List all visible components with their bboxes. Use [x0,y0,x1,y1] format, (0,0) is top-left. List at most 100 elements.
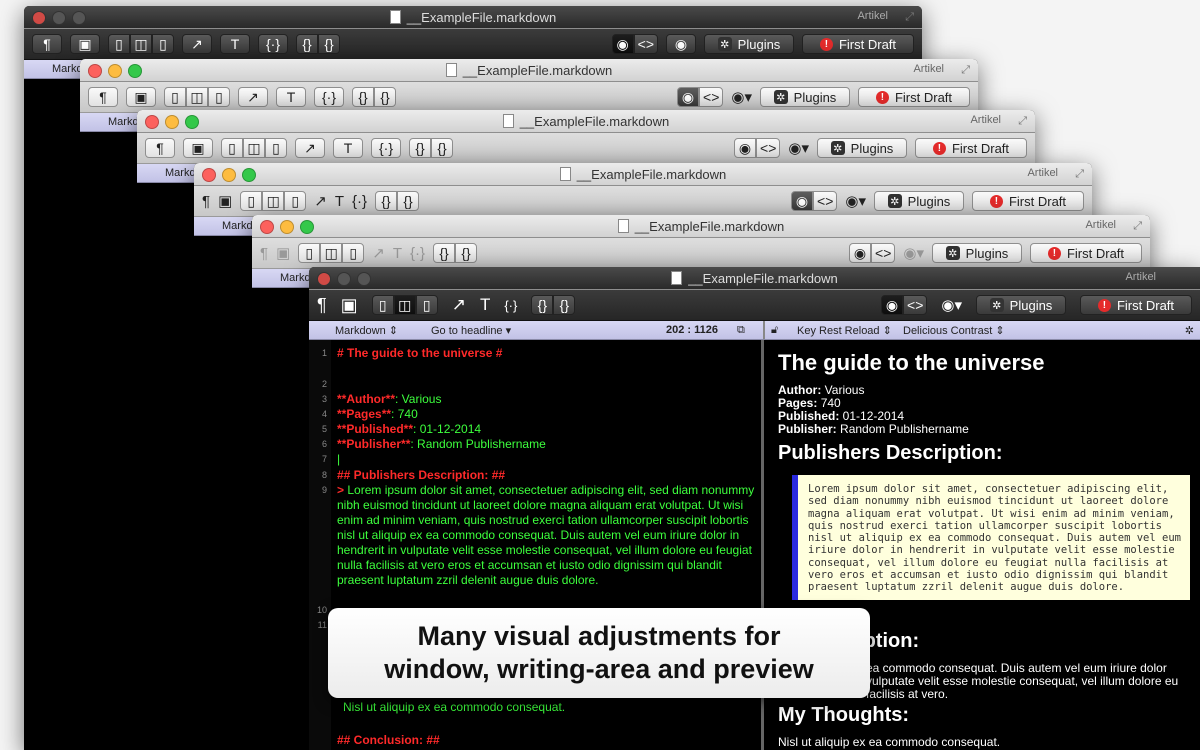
brackets-icon[interactable]: {}{} [296,34,340,54]
share-icon[interactable]: ↗ [182,34,212,54]
eye-dropdown-icon[interactable]: ◉▾ [731,88,752,106]
zoom-button[interactable] [128,64,142,78]
layout-icon[interactable]: ▯ ◫ ▯ [221,138,287,158]
title-bar[interactable]: __ExampleFile.markdown Artikel ⤢ [194,163,1092,186]
plugins-button[interactable]: ✲ Plugins [976,295,1066,315]
first-draft-button[interactable]: ! First Draft [972,191,1084,211]
close-button[interactable] [202,168,216,182]
text-icon[interactable]: T [335,193,344,210]
syntax-menu[interactable]: Markd [80,116,139,128]
code-toggle-icon[interactable]: <> [633,34,658,54]
minimize-button[interactable] [280,220,294,234]
mode-label[interactable]: Artikel [1085,219,1116,231]
eye-icon[interactable]: ◉ [881,295,904,315]
curly-braces-icon[interactable]: {·} [258,34,288,54]
goto-headline-menu[interactable]: Go to headline ▾ [431,324,511,337]
brackets-icon[interactable]: {}{} [409,138,453,158]
title-bar[interactable]: __ExampleFile.markdown Artikel ⤢ [252,215,1150,238]
share-icon[interactable]: ↗ [238,87,268,107]
eye-icon[interactable]: ◉ [611,34,634,54]
view-toggle[interactable]: ◉ <> [677,87,724,107]
text-icon[interactable]: T [276,87,306,107]
code-toggle-icon[interactable]: <> [813,191,838,211]
brackets-icon[interactable]: {}{} [375,191,420,211]
view-toggle[interactable]: ◉ <> [734,138,781,158]
layout-icon[interactable]: ▯ ◫ ▯ [240,191,307,211]
fullscreen-icon[interactable]: ⤢ [905,11,914,24]
minimize-button[interactable] [337,272,351,286]
plugins-button[interactable]: ✲ Plugins [874,191,964,211]
eye-dropdown-icon[interactable]: ◉▾ [903,244,924,262]
title-bar[interactable]: __ExampleFile.markdown Artikel ⤢ [137,110,1035,133]
title-bar[interactable]: __ExampleFile.markdown Artikel [309,267,1200,290]
square-icon[interactable]: ▣ [218,192,232,210]
brackets-icon[interactable]: {}{} [531,295,576,315]
view-toggle[interactable]: ◉ <> [881,295,928,315]
first-draft-button[interactable]: ! First Draft [802,34,914,54]
curly-braces-icon[interactable]: {·} [352,193,367,210]
brackets-icon[interactable]: {}{} [352,87,396,107]
plugins-button[interactable]: ✲ Plugins [817,138,907,158]
code-toggle-icon[interactable]: <> [903,295,928,315]
code-toggle-icon[interactable]: <> [756,138,781,158]
paragraph-icon[interactable]: ¶ [202,193,210,210]
share-icon[interactable]: ↗ [314,192,327,210]
text-icon[interactable]: T [333,138,363,158]
close-button[interactable] [32,11,46,25]
minimize-button[interactable] [108,64,122,78]
code-toggle-icon[interactable]: <> [871,243,896,263]
paragraph-icon[interactable]: ¶ [88,87,118,107]
copy-icon[interactable]: ⧉ [737,324,745,337]
eye-dropdown-icon[interactable]: ◉ [666,34,696,54]
syntax-menu[interactable]: Markdown ⇕ [335,324,398,337]
square-icon[interactable]: ▣ [70,34,100,54]
curly-braces-icon[interactable]: {·} [314,87,344,107]
first-draft-button[interactable]: ! First Draft [1030,243,1142,263]
paragraph-icon[interactable]: ¶ [317,295,327,316]
text-icon[interactable]: T [480,295,490,315]
close-button[interactable] [88,64,102,78]
syntax-menu[interactable]: Markd [24,63,83,75]
square-icon[interactable]: ▣ [183,138,213,158]
view-toggle[interactable]: ◉ <> [791,191,838,211]
code-toggle-icon[interactable]: <> [699,87,724,107]
title-bar[interactable]: __ExampleFile.markdown Artikel ⤢ [24,6,922,29]
share-icon[interactable]: ↗ [372,244,385,262]
zoom-button[interactable] [185,115,199,129]
layout-icon[interactable]: ▯ ◫ ▯ [164,87,230,107]
zoom-button[interactable] [357,272,371,286]
share-icon[interactable]: ↗ [295,138,325,158]
first-draft-button[interactable]: ! First Draft [915,138,1027,158]
fullscreen-icon[interactable]: ⤢ [1018,115,1027,128]
eye-icon[interactable]: ◉ [791,191,814,211]
fullscreen-icon[interactable]: ⤢ [1133,220,1142,233]
syntax-menu[interactable]: Markd [194,220,253,232]
paragraph-icon[interactable]: ¶ [145,138,175,158]
title-bar[interactable]: __ExampleFile.markdown Artikel ⤢ [80,59,978,82]
fullscreen-icon[interactable]: ⤢ [961,64,970,77]
mode-label[interactable]: Artikel [1027,167,1058,179]
eye-dropdown-icon[interactable]: ◉▾ [941,296,962,314]
eye-icon[interactable]: ◉ [734,138,757,158]
settings-icon[interactable]: ✲ [1185,324,1194,337]
brackets-icon[interactable]: {}{} [433,243,478,263]
square-icon[interactable]: ▣ [276,244,290,262]
minimize-button[interactable] [222,168,236,182]
lock-icon[interactable]: 🔓︎ [771,324,778,337]
fullscreen-icon[interactable]: ⤢ [1075,168,1084,181]
plugins-button[interactable]: ✲ Plugins [760,87,850,107]
mode-label[interactable]: Artikel [913,63,944,75]
reload-menu[interactable]: Key Rest Reload ⇕ [797,324,892,337]
text-icon[interactable]: T [220,34,250,54]
first-draft-button[interactable]: ! First Draft [858,87,970,107]
paragraph-icon[interactable]: ¶ [260,245,268,262]
plugins-button[interactable]: ✲ Plugins [932,243,1022,263]
eye-icon[interactable]: ◉ [677,87,700,107]
minimize-button[interactable] [52,11,66,25]
text-icon[interactable]: T [393,245,402,262]
curly-braces-icon[interactable]: {·} [410,245,425,262]
paragraph-icon[interactable]: ¶ [32,34,62,54]
eye-dropdown-icon[interactable]: ◉▾ [845,192,866,210]
syntax-menu[interactable]: Markd [137,167,196,179]
view-toggle[interactable]: ◉ <> [611,34,658,54]
